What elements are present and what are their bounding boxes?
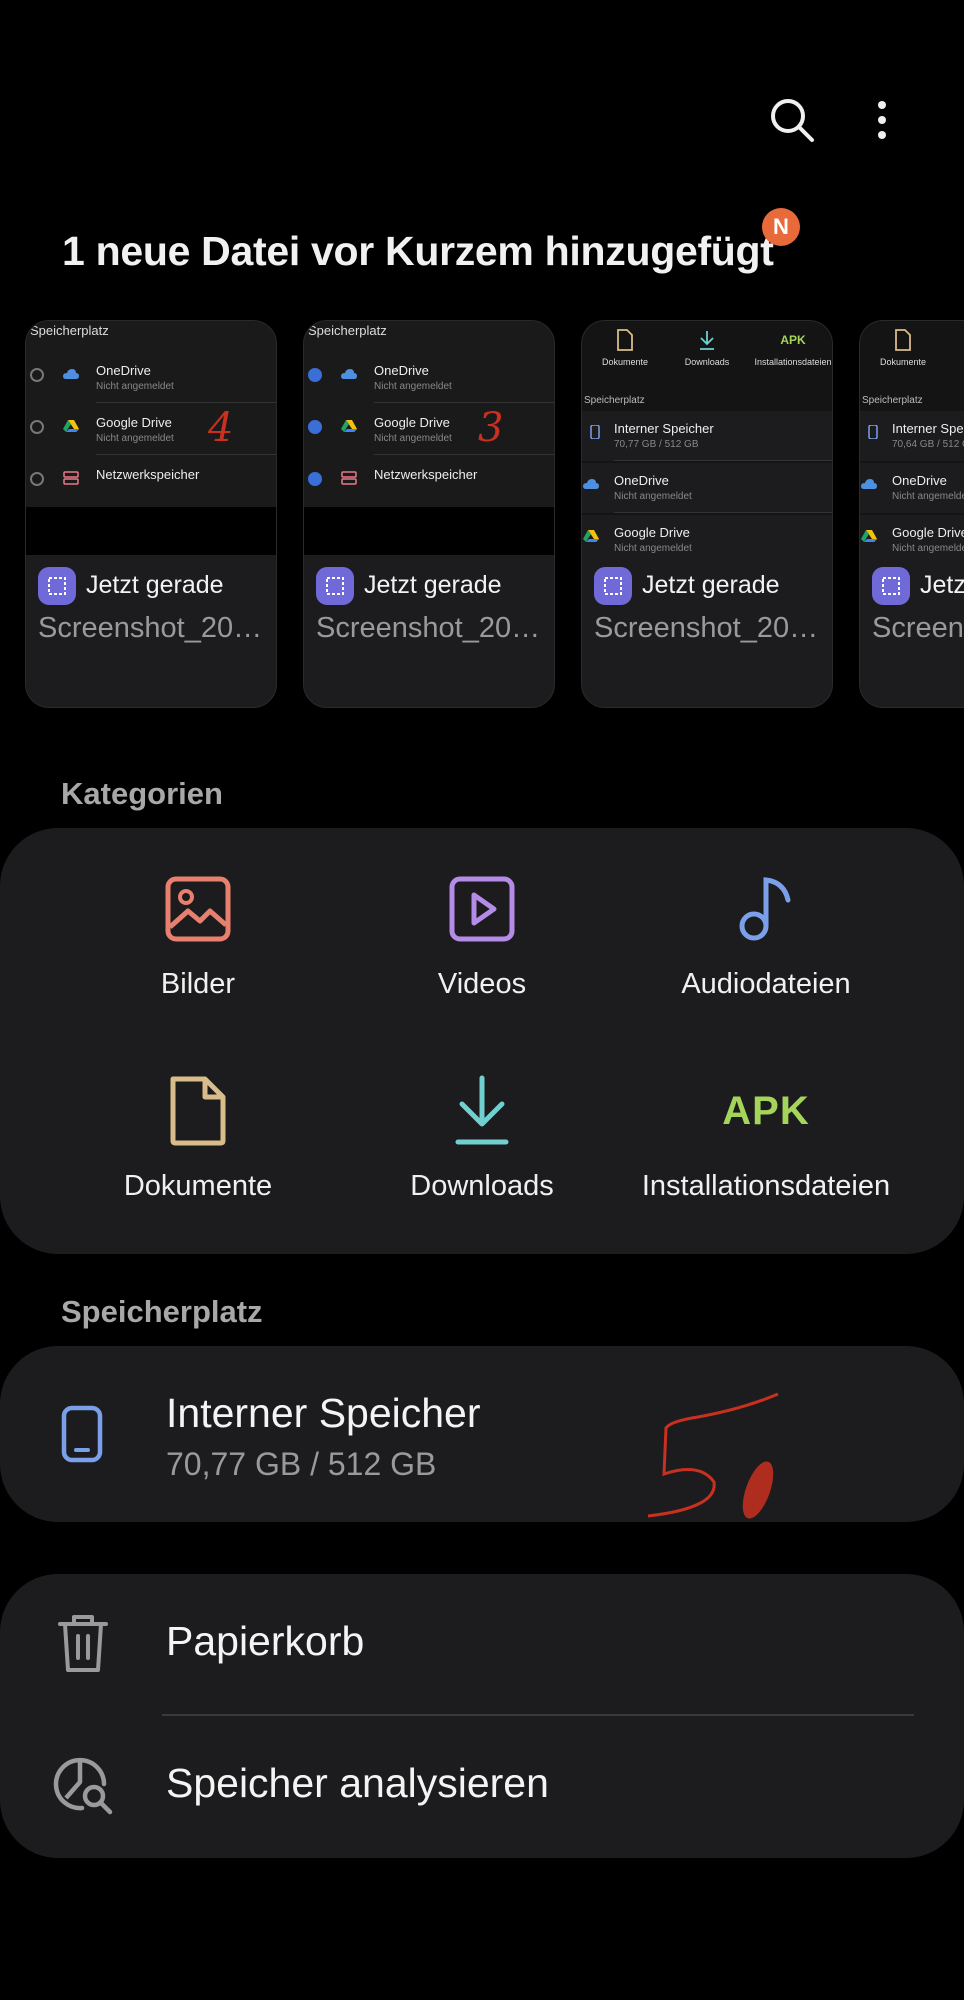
recent-files-title: 1 neue Datei vor Kurzem hinzugefügt (62, 228, 774, 274)
recent-file-card[interactable]: Speicherplatz OneDrive Nicht angemeldet … (25, 320, 277, 708)
screenshot-app-icon (38, 567, 76, 605)
category-label: Bilder (160, 968, 236, 1000)
file-time: Jetzt gerade (86, 571, 224, 599)
more-options-button[interactable] (854, 92, 910, 148)
file-thumbnail: Speicherplatz OneDrive Nicht angemeldet … (26, 321, 276, 555)
music-note-icon (739, 877, 791, 941)
thumb-row-title: Netzwerkspeicher (374, 467, 478, 482)
tools-panel: Papierkorb Speicher analysieren (0, 1574, 964, 1858)
screenshot-app-icon (872, 567, 910, 605)
file-name: Screenshot_20221001_203301.jpg (872, 612, 964, 644)
thumb-row-title: OneDrive (614, 473, 669, 488)
category-videos[interactable]: Videos (340, 872, 624, 1001)
category-label: Videos (437, 968, 527, 1000)
file-thumbnail: Dokumente Speicherplatz Interner Speiche… (860, 321, 964, 555)
download-icon (455, 1075, 509, 1145)
thumb-tab-label: Downloads (684, 357, 730, 367)
thumb-row-sub: 70,64 GB / 512 GB (892, 439, 964, 450)
handwritten-note: 3 (478, 405, 504, 451)
image-icon (165, 876, 231, 942)
thumb-apk-label: APK (780, 333, 806, 347)
thumb-row-sub: Nicht angemeldet (96, 433, 174, 444)
thumb-row-sub: Nicht angemeldet (374, 433, 452, 444)
thumb-header: Speicherplatz (30, 323, 109, 338)
thumb-section: Speicherplatz (584, 395, 645, 406)
trash-item[interactable]: Papierkorb (0, 1574, 964, 1714)
category-audio[interactable]: Audiodateien (624, 872, 908, 1001)
category-label: Installationsdateien (641, 1170, 891, 1202)
thumb-tab-label: Installationsdateien (754, 357, 832, 367)
apk-icon: APK (722, 1088, 810, 1133)
categories-panel: Bilder Videos Audiodateien Dokumente Dow… (0, 828, 964, 1254)
thumb-row-sub: Nicht angemeldet (374, 381, 452, 392)
search-button[interactable] (764, 92, 820, 148)
file-time: Jetzt gerade (364, 571, 502, 599)
video-icon (449, 876, 515, 942)
thumb-row-title: Google Drive (374, 415, 450, 430)
category-label: Audiodateien (681, 968, 851, 1000)
file-thumbnail: Dokumente Downloads APK Installationsdat… (582, 321, 832, 555)
screenshot-app-icon (594, 567, 632, 605)
category-images[interactable]: Bilder (56, 872, 340, 1001)
document-icon (170, 1076, 226, 1146)
categories-heading: Kategorien (61, 776, 223, 811)
thumb-row-sub: Nicht angemeldet (614, 491, 692, 502)
thumb-row-sub: Nicht angemeldet (892, 491, 964, 502)
thumb-tab-label: Dokumente (879, 357, 927, 367)
trash-label: Papierkorb (166, 1618, 365, 1664)
thumb-row-title: Interner Speicher (614, 421, 714, 436)
file-name: Screenshot_20221001_203340.jpg (316, 612, 551, 644)
thumb-row-title: Netzwerkspeicher (96, 467, 200, 482)
internal-storage-usage: 70,77 GB / 512 GB (166, 1446, 437, 1482)
file-time: Jetzt gerade (920, 571, 964, 599)
thumb-row-title: OneDrive (892, 473, 947, 488)
thumb-row-sub: Nicht angemeldet (614, 543, 692, 554)
search-icon (771, 99, 814, 142)
internal-storage-item[interactable]: Interner Speicher 70,77 GB / 512 GB 5 (0, 1346, 964, 1522)
thumb-row-sub: Nicht angemeldet (96, 381, 174, 392)
analyze-storage-item[interactable]: Speicher analysieren (0, 1716, 964, 1858)
thumb-row-title: Interner Speicher (892, 421, 964, 436)
thumb-section: Speicherplatz (862, 395, 923, 406)
new-badge: N (762, 208, 800, 246)
category-label: Downloads (410, 1170, 554, 1202)
storage-heading: Speicherplatz (61, 1294, 263, 1329)
handwritten-annotation (647, 1392, 779, 1519)
recent-file-card[interactable]: Dokumente Speicherplatz Interner Speiche… (859, 320, 964, 708)
screenshot-app-icon (316, 567, 354, 605)
more-vertical-icon (878, 101, 886, 139)
thumb-tab-label: Dokumente (601, 357, 649, 367)
thumb-row-sub: Nicht angemeldet (892, 543, 964, 554)
storage-analyze-icon (53, 1757, 113, 1815)
thumb-row-title: OneDrive (374, 363, 429, 378)
handwritten-note: 4 (208, 405, 234, 451)
recent-file-card[interactable]: Speicherplatz OneDrive Nicht angemeldet … (303, 320, 555, 708)
thumb-row-title: Google Drive (614, 525, 690, 540)
file-time: Jetzt gerade (642, 571, 780, 599)
trash-icon (58, 1615, 108, 1672)
category-downloads[interactable]: Downloads (340, 1074, 624, 1203)
phone-icon (61, 1405, 103, 1463)
thumb-row-title: OneDrive (96, 363, 151, 378)
category-documents[interactable]: Dokumente (56, 1074, 340, 1203)
file-name: Screenshot_20221001_203355.jpg (38, 612, 273, 644)
file-name: Screenshot_20221001_203322.jpg (594, 612, 829, 644)
thumb-row-sub: 70,77 GB / 512 GB (614, 439, 699, 450)
recent-file-card[interactable]: Dokumente Downloads APK Installationsdat… (581, 320, 833, 708)
analyze-storage-label: Speicher analysieren (166, 1760, 549, 1806)
recent-files-carousel[interactable]: Speicherplatz OneDrive Nicht angemeldet … (25, 320, 964, 710)
internal-storage-title: Interner Speicher (166, 1390, 481, 1436)
file-thumbnail: Speicherplatz OneDrive Nicht angemeldet … (304, 321, 554, 555)
thumb-row-title: Google Drive (96, 415, 172, 430)
thumb-row-title: Google Drive (892, 525, 964, 540)
thumb-header: Speicherplatz (308, 323, 387, 338)
category-label: Dokumente (123, 1170, 273, 1202)
category-apk[interactable]: APK Installationsdateien (624, 1074, 908, 1203)
